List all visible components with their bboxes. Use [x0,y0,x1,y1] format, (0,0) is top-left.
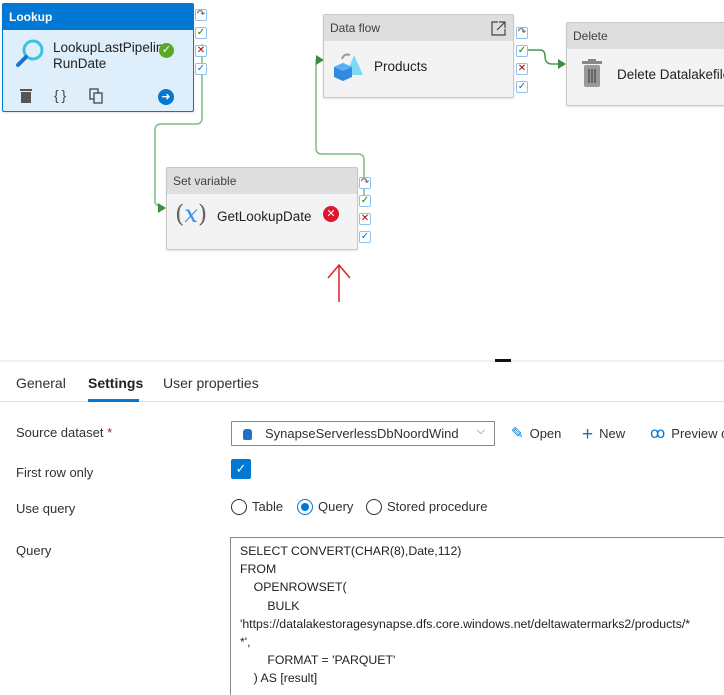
connector-arrowhead [558,59,566,69]
activity-name: Delete Datalakefiles [617,67,724,82]
glasses-icon: ꝏ [650,425,666,442]
activity-delete[interactable]: Delete Delete Datalakefiles [566,22,724,106]
skip-port[interactable]: ↷ [516,27,528,39]
variable-icon: (x) [175,200,208,228]
activity-type-label: Delete [567,23,724,49]
success-port[interactable]: ✓ [195,27,207,39]
activity-type-label: Set variable [167,168,357,194]
activity-name: GetLookupDate [217,209,312,224]
error-status-icon[interactable]: ✕ [323,206,339,222]
active-tab-indicator [88,399,139,402]
failure-port[interactable]: ✕ [195,45,207,57]
radio-circle [366,499,382,515]
connector-arrowhead [158,203,166,213]
success-status-icon: ✓ [159,43,174,58]
dataflow-ports: ↷ ✓ ✕ ✓ [516,27,528,99]
skip-port[interactable]: ↷ [359,177,371,189]
pencil-icon: ✎ [511,425,524,442]
query-textarea[interactable]: SELECT CONVERT(CHAR(8),Date,112) FROM OP… [230,537,724,695]
failure-port[interactable]: ✕ [516,63,528,75]
pipeline-canvas[interactable]: Lookup LookupLastPipeline RunDate ✓ { } … [0,0,724,358]
success-port[interactable]: ✓ [359,195,371,207]
tab-user-properties[interactable]: User properties [163,375,259,391]
search-icon [16,39,44,67]
activity-type-label: Data flow [324,15,513,41]
skip-port[interactable]: ↷ [195,9,207,21]
use-query-label: Use query [16,501,76,516]
new-dataset-button[interactable]: + New [582,424,625,446]
activity-type-label: Lookup [3,4,193,30]
plus-icon: + [582,424,594,445]
activity-name: LookupLastPipeline RunDate [53,40,163,71]
success-port[interactable]: ✓ [516,45,528,57]
preview-data-button[interactable]: ꝏPreview data [650,424,724,442]
open-dataset-button[interactable]: ✎ Open [511,424,561,442]
completion-port[interactable]: ✓ [359,231,371,243]
completion-port[interactable]: ✓ [516,81,528,93]
copy-icon[interactable] [89,88,103,104]
setvar-ports: ↷ ✓ ✕ ✓ [359,177,371,249]
activity-lookup[interactable]: Lookup LookupLastPipeline RunDate ✓ { } … [2,3,194,112]
activity-setvariable[interactable]: Set variable (x) GetLookupDate ✕ [166,167,358,250]
first-row-only-label: First row only [16,465,94,480]
lookup-ports: ↷ ✓ ✕ ✓ [195,9,207,81]
connector-dataflow-to-delete [528,49,560,65]
sql-database-icon [243,429,252,440]
source-dataset-select[interactable]: SynapseServerlessDbNoordWind ⌵ [231,421,495,446]
radio-circle [231,499,247,515]
code-icon[interactable]: { } [54,87,66,103]
tab-general[interactable]: General [16,375,66,391]
delete-icon[interactable] [19,88,33,104]
tab-settings[interactable]: Settings [88,375,143,391]
radio-stored-procedure[interactable]: Stored procedure [366,499,487,515]
properties-panel: General Settings User properties Source … [0,362,724,695]
activity-name: Products [374,59,428,74]
dataflow-icon [334,53,363,81]
radio-circle-selected [297,499,313,515]
trash-icon [582,59,602,87]
first-row-only-checkbox[interactable]: ✓ [231,459,251,479]
source-dataset-label: Source dataset * [16,425,113,440]
completion-port[interactable]: ✓ [195,63,207,75]
tab-bar: General Settings User properties [0,362,724,402]
radio-query[interactable]: Query [297,499,353,515]
activity-dataflow[interactable]: Data flow Products [323,14,514,98]
radio-table[interactable]: Table [231,499,283,515]
failure-port[interactable]: ✕ [359,213,371,225]
open-external-icon[interactable] [490,20,507,37]
query-label: Query [16,543,52,558]
source-dataset-value: SynapseServerlessDbNoordWind [265,426,459,441]
go-icon[interactable]: ➜ [158,89,174,105]
chevron-down-icon: ⌵ [476,425,485,437]
red-annotation-arrow [327,263,351,302]
